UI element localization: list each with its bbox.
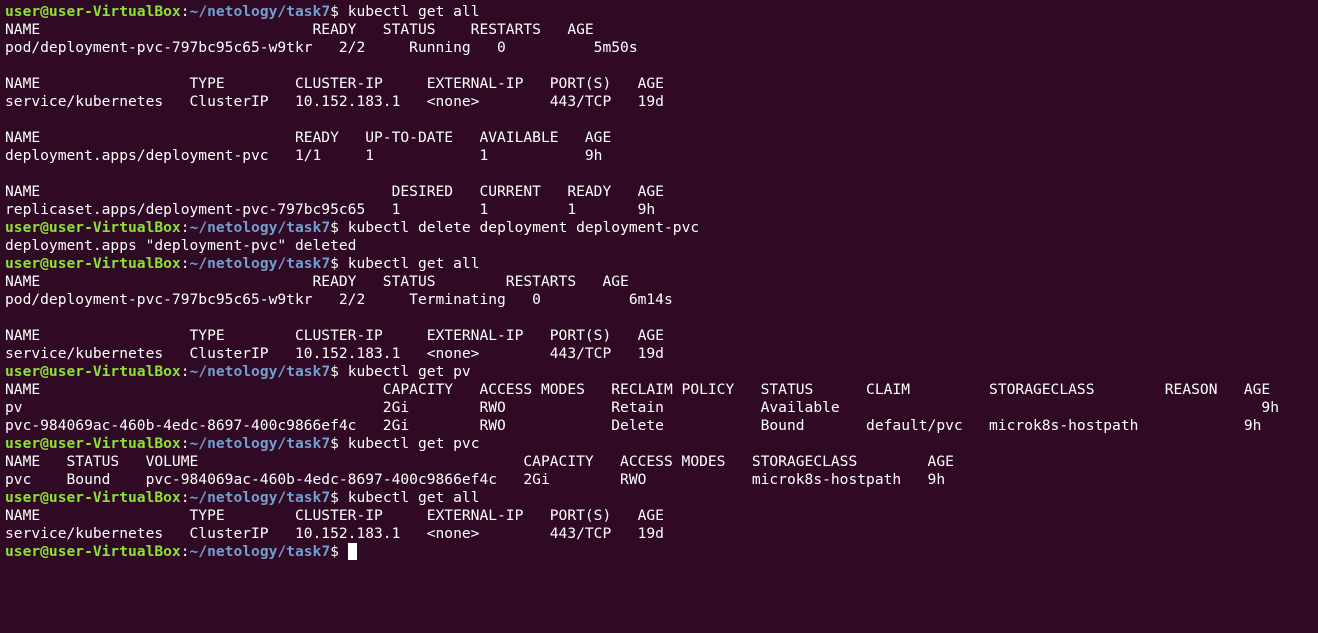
prompt-path: ~/netology/task7: [189, 363, 331, 380]
prompt-user-host: user@user-VirtualBox: [5, 219, 181, 236]
output-line: NAME TYPE CLUSTER-IP EXTERNAL-IP PORT(S)…: [5, 75, 664, 92]
prompt-path: ~/netology/task7: [189, 3, 331, 20]
prompt-path: ~/netology/task7: [189, 219, 331, 236]
prompt-line: user@user-VirtualBox:~/netology/task7$ k…: [5, 489, 1318, 507]
output-line: pvc-984069ac-460b-4edc-8697-400c9866ef4c…: [5, 417, 1262, 434]
output-line: NAME CAPACITY ACCESS MODES RECLAIM POLIC…: [5, 381, 1271, 398]
output-line: NAME READY UP-TO-DATE AVAILABLE AGE: [5, 129, 612, 146]
prompt-symbol: $: [330, 255, 348, 272]
output-line: service/kubernetes ClusterIP 10.152.183.…: [5, 93, 664, 110]
output-line: pv 2Gi RWO Retain Available 9h: [5, 399, 1279, 416]
prompt-separator: :: [180, 3, 190, 20]
output-line: deployment.apps/deployment-pvc 1/1 1 1 9…: [5, 147, 603, 164]
output-line: NAME DESIRED CURRENT READY AGE: [5, 183, 664, 200]
output-line: NAME READY STATUS RESTARTS AGE: [5, 273, 629, 290]
text-cursor[interactable]: [347, 543, 357, 560]
command-text: kubectl get pvc: [347, 435, 480, 452]
prompt-user-host: user@user-VirtualBox: [5, 255, 181, 272]
output-line: NAME TYPE CLUSTER-IP EXTERNAL-IP PORT(S)…: [5, 507, 664, 524]
output-line: pod/deployment-pvc-797bc95c65-w9tkr 2/2 …: [5, 291, 673, 308]
prompt-symbol: $: [330, 489, 348, 506]
output-line: service/kubernetes ClusterIP 10.152.183.…: [5, 525, 664, 542]
prompt-separator: :: [180, 363, 190, 380]
prompt-separator: :: [180, 489, 190, 506]
prompt-separator: :: [180, 543, 190, 560]
prompt-symbol: $: [330, 363, 348, 380]
prompt-line: user@user-VirtualBox:~/netology/task7$ k…: [5, 255, 1318, 273]
prompt-separator: :: [180, 435, 190, 452]
output-line: NAME STATUS VOLUME CAPACITY ACCESS MODES…: [5, 453, 954, 470]
output-line: service/kubernetes ClusterIP 10.152.183.…: [5, 345, 664, 362]
prompt-user-host: user@user-VirtualBox: [5, 543, 181, 560]
prompt-symbol: $: [330, 543, 348, 560]
prompt-path: ~/netology/task7: [189, 255, 331, 272]
prompt-line: user@user-VirtualBox:~/netology/task7$ k…: [5, 3, 1318, 21]
prompt-user-host: user@user-VirtualBox: [5, 435, 181, 452]
prompt-separator: :: [180, 255, 190, 272]
prompt-user-host: user@user-VirtualBox: [5, 3, 181, 20]
prompt-user-host: user@user-VirtualBox: [5, 363, 181, 380]
output-line: pvc Bound pvc-984069ac-460b-4edc-8697-40…: [5, 471, 946, 488]
prompt-line: user@user-VirtualBox:~/netology/task7$ k…: [5, 219, 1318, 237]
prompt-symbol: $: [330, 3, 348, 20]
terminal-window[interactable]: user@user-VirtualBox:~/netology/task7$ k…: [0, 0, 1318, 633]
command-text: kubectl get all: [347, 489, 480, 506]
output-line: deployment.apps "deployment-pvc" deleted: [5, 237, 357, 254]
command-text: kubectl delete deployment deployment-pvc: [347, 219, 700, 236]
prompt-line: user@user-VirtualBox:~/netology/task7$ k…: [5, 363, 1318, 381]
prompt-line: user@user-VirtualBox:~/netology/task7$ k…: [5, 435, 1318, 453]
prompt-line: user@user-VirtualBox:~/netology/task7$: [5, 543, 1318, 561]
command-text: kubectl get all: [347, 255, 480, 272]
prompt-symbol: $: [330, 219, 348, 236]
command-text: kubectl get all: [347, 3, 480, 20]
output-line: pod/deployment-pvc-797bc95c65-w9tkr 2/2 …: [5, 39, 638, 56]
output-line: replicaset.apps/deployment-pvc-797bc95c6…: [5, 201, 656, 218]
prompt-symbol: $: [330, 435, 348, 452]
prompt-path: ~/netology/task7: [189, 435, 331, 452]
prompt-user-host: user@user-VirtualBox: [5, 489, 181, 506]
prompt-path: ~/netology/task7: [189, 543, 331, 560]
prompt-path: ~/netology/task7: [189, 489, 331, 506]
output-line: NAME READY STATUS RESTARTS AGE: [5, 21, 594, 38]
command-text: kubectl get pv: [347, 363, 471, 380]
prompt-separator: :: [180, 219, 190, 236]
output-line: NAME TYPE CLUSTER-IP EXTERNAL-IP PORT(S)…: [5, 327, 664, 344]
